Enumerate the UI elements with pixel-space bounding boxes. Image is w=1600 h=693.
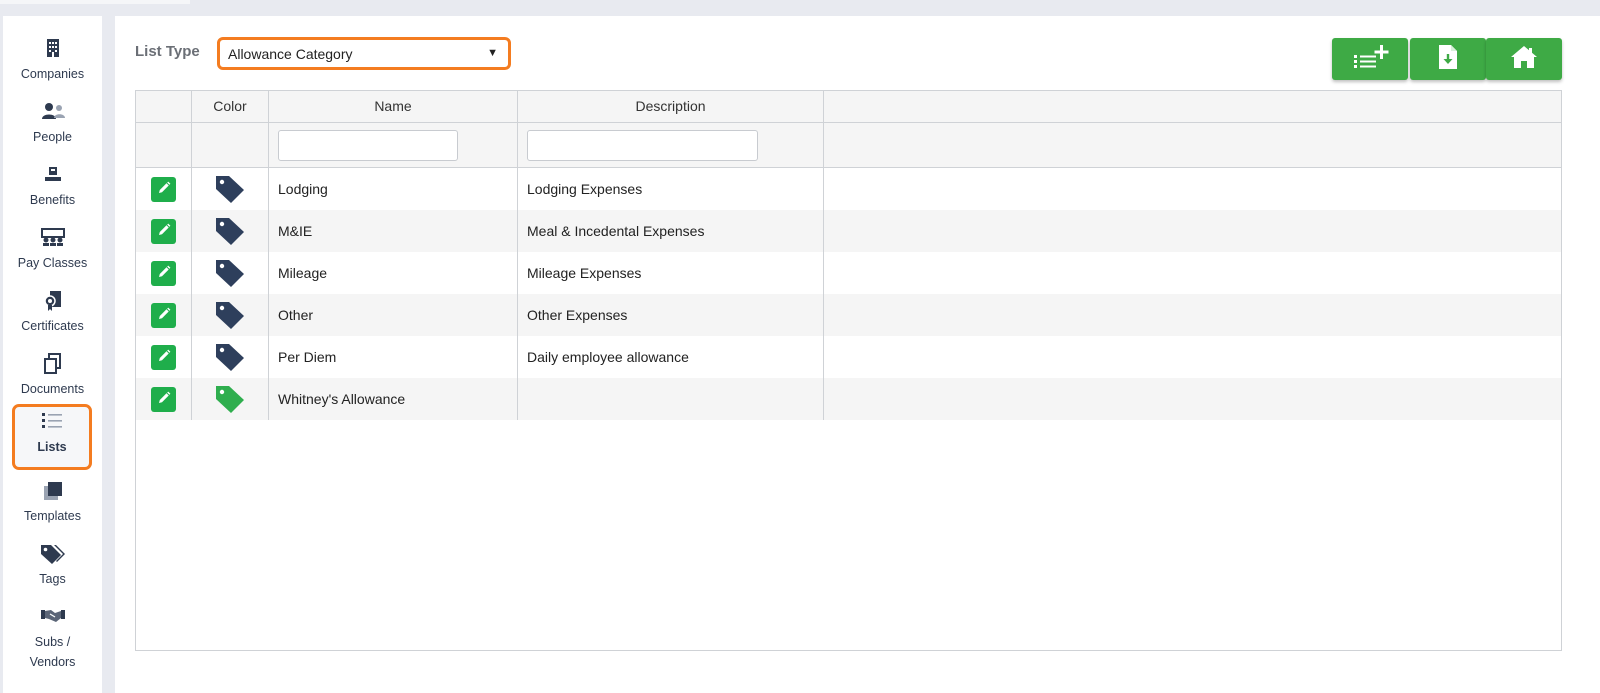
add-list-item-icon bbox=[1350, 43, 1390, 76]
sidebar-item-label: Pay Classes bbox=[17, 256, 88, 270]
sidebar-item-label: Tags bbox=[39, 572, 66, 586]
list-type-selected-value: Allowance Category bbox=[228, 46, 353, 62]
add-list-item-button[interactable] bbox=[1332, 38, 1408, 80]
people-icon bbox=[38, 101, 68, 125]
pencil-icon bbox=[157, 169, 171, 211]
main-panel: List Type Allowance Category ▼ Color Nam… bbox=[115, 16, 1600, 693]
sidebar-item-lists[interactable]: Lists bbox=[12, 404, 92, 470]
column-header-color[interactable]: Color bbox=[192, 91, 269, 122]
tags-icon bbox=[38, 543, 68, 567]
cell-name: Whitney's Allowance bbox=[269, 378, 518, 420]
edit-button[interactable] bbox=[151, 177, 176, 202]
sidebar-item-label: Subs / bbox=[34, 635, 71, 649]
home-button[interactable] bbox=[1486, 38, 1562, 80]
column-header-name[interactable]: Name bbox=[269, 91, 518, 122]
list-icon bbox=[37, 411, 67, 435]
table-row[interactable]: M&IE Meal & Incedental Expenses bbox=[136, 210, 1561, 252]
sidebar-item-label: Benefits bbox=[29, 193, 76, 207]
cell-description: Other Expenses bbox=[518, 294, 824, 336]
description-filter-input[interactable] bbox=[527, 130, 758, 161]
cell-name: Other bbox=[269, 294, 518, 336]
filter-cell-name bbox=[269, 123, 518, 167]
table-row[interactable]: Whitney's Allowance bbox=[136, 378, 1561, 420]
cell-name: M&IE bbox=[269, 210, 518, 252]
home-icon bbox=[1510, 44, 1538, 75]
sidebar-item-label-line2: Vendors bbox=[29, 655, 76, 669]
column-header-actions bbox=[136, 91, 192, 122]
sidebar-item-subs-vendors[interactable]: Subs / Vendors bbox=[3, 602, 102, 682]
cell-description bbox=[518, 378, 824, 420]
top-bar bbox=[0, 0, 1600, 4]
list-type-dropdown[interactable]: Allowance Category ▼ bbox=[217, 37, 511, 70]
pencil-icon bbox=[157, 295, 171, 337]
list-type-label: List Type bbox=[135, 43, 200, 60]
table-row[interactable]: Mileage Mileage Expenses bbox=[136, 252, 1561, 294]
cell-name: Mileage bbox=[269, 252, 518, 294]
sidebar-item-people[interactable]: People bbox=[3, 97, 102, 157]
sidebar-item-label: Documents bbox=[20, 382, 85, 396]
pencil-icon bbox=[157, 211, 171, 253]
name-filter-input[interactable] bbox=[278, 130, 458, 161]
edit-button[interactable] bbox=[151, 261, 176, 286]
templates-icon bbox=[38, 480, 68, 504]
cell-description: Daily employee allowance bbox=[518, 336, 824, 378]
pencil-icon bbox=[157, 253, 171, 295]
sidebar-item-label: Companies bbox=[20, 67, 85, 81]
sidebar-item-templates[interactable]: Templates bbox=[3, 476, 102, 536]
building-icon bbox=[38, 38, 68, 62]
table-row[interactable]: Other Other Expenses bbox=[136, 294, 1561, 336]
sidebar-item-tags[interactable]: Tags bbox=[3, 539, 102, 599]
cell-name: Per Diem bbox=[269, 336, 518, 378]
cell-description: Meal & Incedental Expenses bbox=[518, 210, 824, 252]
sidebar-item-companies[interactable]: Companies bbox=[3, 34, 102, 94]
cell-name: Lodging bbox=[269, 168, 518, 210]
edit-button[interactable] bbox=[151, 345, 176, 370]
export-file-button[interactable] bbox=[1410, 38, 1486, 80]
export-file-icon bbox=[1437, 43, 1459, 76]
data-table: Color Name Description Lodging Lodging E… bbox=[135, 90, 1562, 651]
sidebar-item-benefits[interactable]: Benefits bbox=[3, 160, 102, 220]
benefits-icon bbox=[38, 164, 68, 188]
sidebar-item-label: Certificates bbox=[21, 319, 84, 333]
sidebar-item-documents[interactable]: Documents bbox=[3, 349, 102, 409]
table-row[interactable]: Lodging Lodging Expenses bbox=[136, 168, 1561, 210]
filter-cell-actions bbox=[136, 123, 192, 167]
sidebar-item-pay-classes[interactable]: Pay Classes bbox=[3, 223, 102, 283]
documents-icon bbox=[38, 353, 68, 377]
edit-button[interactable] bbox=[151, 219, 176, 244]
column-header-description[interactable]: Description bbox=[518, 91, 824, 122]
edit-button[interactable] bbox=[151, 303, 176, 328]
sidebar: Companies People Benefits Pay Classes Ce… bbox=[3, 16, 102, 693]
filter-cell-description bbox=[518, 123, 824, 167]
top-tab bbox=[0, 0, 190, 4]
sidebar-item-certificates[interactable]: Certificates bbox=[3, 286, 102, 346]
sidebar-item-label: Templates bbox=[24, 509, 81, 523]
tag-icon bbox=[214, 383, 246, 431]
filter-row bbox=[136, 123, 1561, 168]
edit-button[interactable] bbox=[151, 387, 176, 412]
pay-classes-icon bbox=[38, 227, 68, 251]
handshake-icon bbox=[38, 606, 68, 630]
caret-down-icon: ▼ bbox=[487, 47, 498, 59]
pencil-icon bbox=[157, 379, 171, 421]
table-row[interactable]: Per Diem Daily employee allowance bbox=[136, 336, 1561, 378]
filter-cell-color bbox=[192, 123, 269, 167]
table-header-row: Color Name Description bbox=[136, 91, 1561, 123]
sidebar-item-label: Lists bbox=[37, 440, 67, 454]
sidebar-item-label: People bbox=[33, 130, 72, 144]
certificate-icon bbox=[38, 290, 68, 314]
cell-description: Lodging Expenses bbox=[518, 168, 824, 210]
pencil-icon bbox=[157, 337, 171, 379]
cell-description: Mileage Expenses bbox=[518, 252, 824, 294]
